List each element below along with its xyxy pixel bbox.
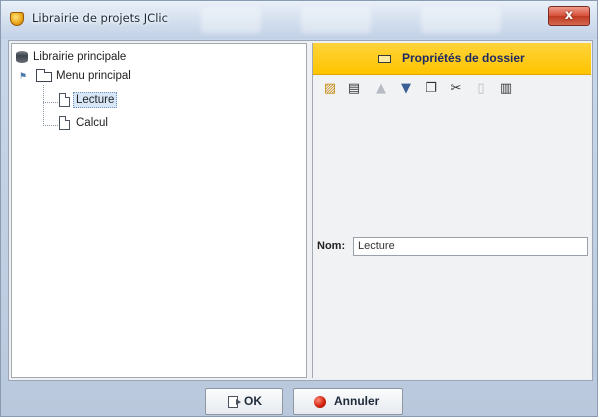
cancel-button[interactable]: Annuler [293, 388, 403, 415]
close-button[interactable]: x [548, 6, 590, 26]
paste-icon[interactable]: ▯ [472, 80, 490, 98]
tree-item-lecture[interactable]: Lecture [12, 92, 292, 108]
properties-title: Propriétés de dossier [402, 51, 525, 65]
expand-handle-icon[interactable]: ⚑ [19, 72, 28, 81]
tree-item-calcul[interactable]: Calcul [12, 115, 292, 131]
folder-properties-panel: Propriétés de dossier ▨ ▤ ▲ ▼ ❐ ✂ ▯ ▥ No… [312, 43, 591, 378]
database-icon [16, 51, 28, 63]
properties-toolbar: ▨ ▤ ▲ ▼ ❐ ✂ ▯ ▥ [313, 76, 591, 102]
properties-header: Propriétés de dossier [313, 43, 591, 75]
tree-node-label: Menu principal [56, 70, 131, 82]
delete-icon[interactable]: ▥ [497, 80, 515, 98]
background-blur [201, 7, 261, 33]
tree-node-label: Librairie principale [33, 51, 127, 63]
content-area: Librairie principale ⚑ Menu principal Le… [8, 40, 593, 381]
document-icon [59, 116, 70, 130]
folder-icon [36, 69, 52, 82]
background-blur [421, 7, 501, 33]
name-input[interactable]: Lecture [353, 237, 588, 256]
name-label: Nom: [317, 240, 346, 252]
dialog-button-bar: OK Annuler [8, 382, 593, 415]
title-bar[interactable]: Librairie de projets JClic x [1, 1, 597, 39]
move-up-icon[interactable]: ▲ [372, 80, 390, 98]
tree-node-root[interactable]: Librairie principale [12, 49, 292, 65]
document-icon [59, 93, 70, 107]
folder-icon [378, 55, 391, 63]
jclic-app-icon [10, 12, 24, 26]
tree-node-menu[interactable]: ⚑ Menu principal [12, 68, 292, 84]
ok-label: OK [244, 394, 262, 408]
jclic-library-window: Librairie de projets JClic x Librairie p… [0, 0, 598, 417]
folder-open-icon[interactable]: ▨ [321, 80, 339, 98]
tree-item-label: Calcul [76, 117, 108, 129]
window-title: Librairie de projets JClic [32, 11, 168, 25]
copy-icon[interactable]: ❐ [422, 80, 440, 98]
ok-icon [228, 396, 241, 408]
cut-icon[interactable]: ✂ [447, 80, 465, 98]
cancel-label: Annuler [334, 394, 380, 408]
tree-item-label: Lecture [73, 92, 118, 108]
ok-button[interactable]: OK [205, 388, 283, 415]
background-blur [301, 7, 371, 33]
move-down-icon[interactable]: ▼ [397, 80, 415, 98]
library-tree[interactable]: Librairie principale ⚑ Menu principal Le… [11, 43, 307, 378]
name-row: Nom: Lecture [313, 236, 591, 258]
new-folder-icon[interactable]: ▤ [345, 80, 363, 98]
cancel-icon [314, 396, 326, 408]
